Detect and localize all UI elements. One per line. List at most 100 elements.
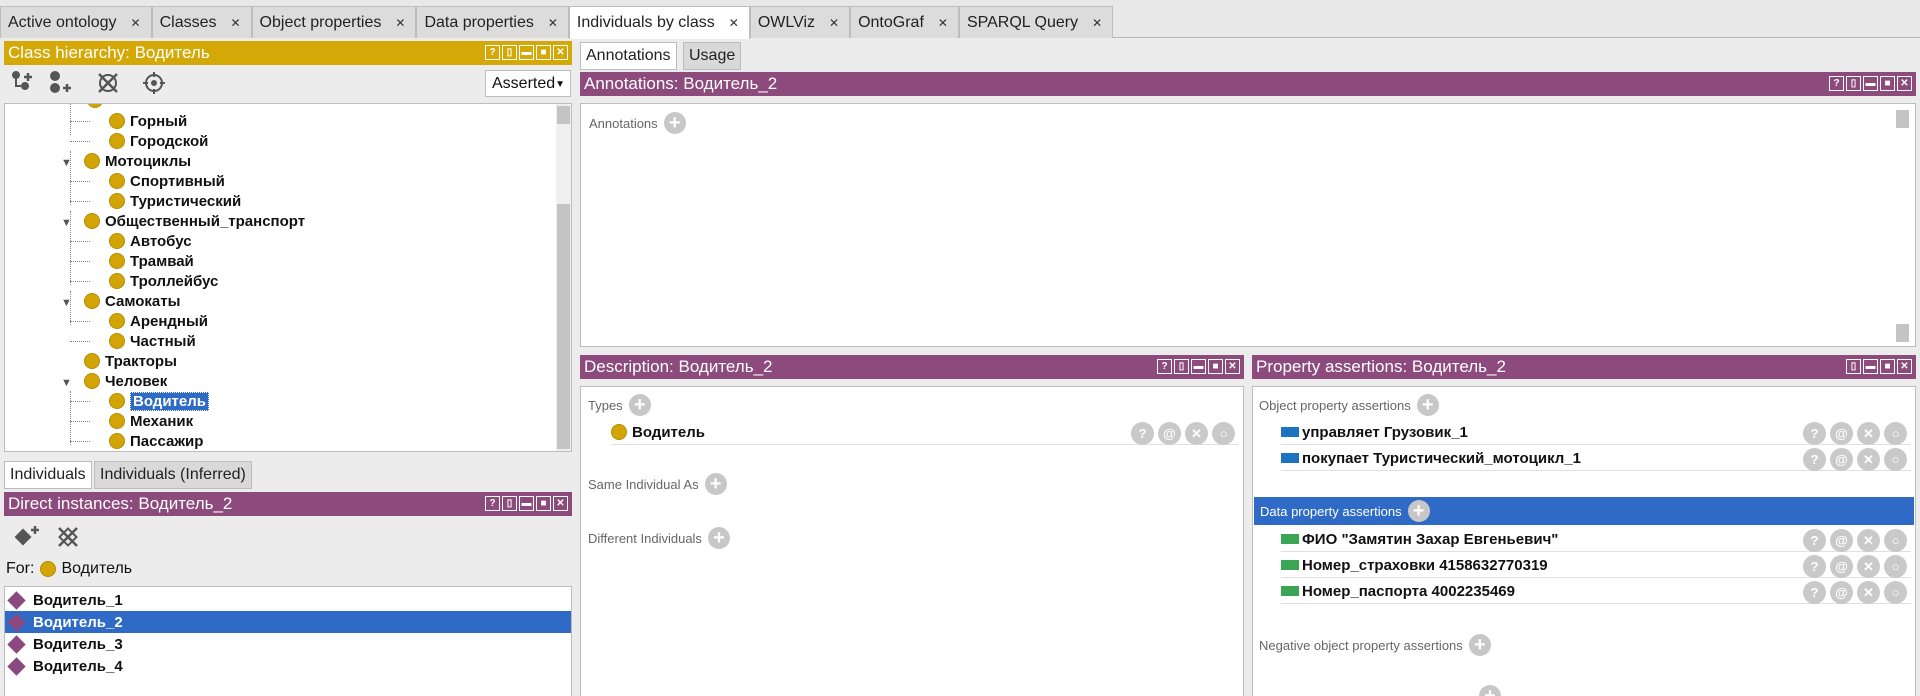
class-item-traktory[interactable]: Тракторы xyxy=(84,351,177,371)
split-icon[interactable]: ▯ xyxy=(502,45,517,60)
edit-icon[interactable]: ○ xyxy=(1884,581,1907,604)
tab-individuals-inferred[interactable]: Individuals (Inferred) xyxy=(94,461,252,489)
tab-data-properties[interactable]: Data properties ✕ xyxy=(416,6,569,38)
close-icon[interactable]: ✕ xyxy=(938,16,948,30)
tab-classes[interactable]: Classes ✕ xyxy=(151,6,252,38)
expand-triangle-icon[interactable]: ▼ xyxy=(61,297,72,309)
close-icon[interactable]: ✕ xyxy=(395,16,405,30)
add-object-property-button[interactable]: + xyxy=(1416,394,1439,416)
minimize-icon[interactable]: ▬ xyxy=(1191,359,1206,374)
class-item-chelovek[interactable]: Человек xyxy=(84,371,167,391)
add-negative-object-property-button[interactable]: + xyxy=(1468,634,1491,656)
data-property-section[interactable]: Data property assertions + xyxy=(1254,497,1914,525)
data-property-row[interactable]: ФИО "Замятин Захар Евгеньевич" ? @ ✕ ○ xyxy=(1281,527,1911,552)
close-icon[interactable]: ✕ xyxy=(553,496,568,511)
annotate-icon[interactable]: @ xyxy=(1830,422,1853,445)
maximize-icon[interactable]: ■ xyxy=(536,45,551,60)
close-icon[interactable]: ✕ xyxy=(1897,359,1912,374)
add-annotation-button[interactable]: + xyxy=(663,112,686,134)
add-individual-icon[interactable] xyxy=(12,523,42,555)
delete-icon[interactable]: ✕ xyxy=(1857,529,1880,552)
class-item-trolleybus[interactable]: Троллейбус xyxy=(109,271,218,291)
edit-icon[interactable]: ○ xyxy=(1212,422,1235,445)
split-icon[interactable]: ▯ xyxy=(502,496,517,511)
edit-icon[interactable]: ○ xyxy=(1884,529,1907,552)
minimize-icon[interactable]: ▬ xyxy=(519,45,534,60)
help-icon[interactable]: ? xyxy=(1131,422,1154,445)
tab-object-properties[interactable]: Object properties ✕ xyxy=(251,6,417,38)
close-icon[interactable]: ✕ xyxy=(1225,359,1240,374)
scroll-up-button[interactable] xyxy=(557,106,570,124)
asserted-inferred-select[interactable]: Asserted ▼ xyxy=(485,70,571,97)
help-icon[interactable]: ? xyxy=(1803,448,1826,471)
delete-individual-icon[interactable] xyxy=(56,525,80,555)
tab-owlviz[interactable]: OWLViz ✕ xyxy=(749,6,851,38)
add-different-individual-button[interactable]: + xyxy=(707,527,730,549)
maximize-icon[interactable]: ■ xyxy=(1880,76,1895,91)
help-icon[interactable]: ? xyxy=(485,496,500,511)
help-icon[interactable]: ? xyxy=(1829,76,1844,91)
tab-ontograf[interactable]: OntoGraf ✕ xyxy=(850,6,959,38)
individual-item[interactable]: Водитель_3 xyxy=(5,633,571,655)
expand-triangle-icon[interactable]: ▼ xyxy=(61,377,72,389)
annotate-icon[interactable]: @ xyxy=(1830,555,1853,578)
scroll-up-button[interactable] xyxy=(1896,110,1909,128)
class-item-motocikly[interactable]: Мотоциклы xyxy=(84,151,191,171)
class-item-mekhanik[interactable]: Механик xyxy=(109,411,193,431)
individual-item[interactable]: Водитель_4 xyxy=(5,655,571,677)
close-icon[interactable]: ✕ xyxy=(729,16,739,30)
add-type-button[interactable]: + xyxy=(628,394,651,416)
delete-icon[interactable]: ✕ xyxy=(1857,422,1880,445)
tab-individuals[interactable]: Individuals xyxy=(4,461,92,489)
delete-icon[interactable]: ✕ xyxy=(1185,422,1208,445)
class-item-avtobus[interactable]: Автобус xyxy=(109,231,192,251)
expand-triangle-icon[interactable]: ▼ xyxy=(61,217,72,229)
minimize-icon[interactable]: ▬ xyxy=(1863,76,1878,91)
delete-icon[interactable]: ✕ xyxy=(1857,581,1880,604)
help-icon[interactable]: ? xyxy=(1803,555,1826,578)
close-icon[interactable]: ✕ xyxy=(1897,76,1912,91)
add-negative-data-property-button[interactable]: + xyxy=(1479,685,1501,696)
scrollbar-thumb[interactable] xyxy=(557,204,570,449)
delete-icon[interactable]: ✕ xyxy=(1857,555,1880,578)
maximize-icon[interactable]: ■ xyxy=(536,496,551,511)
class-item-gorodskoy[interactable]: Городской xyxy=(109,131,208,151)
add-sibling-class-icon[interactable] xyxy=(48,70,76,102)
close-icon[interactable]: ✕ xyxy=(131,16,141,30)
class-item-samokaty[interactable]: Самокаты xyxy=(84,291,180,311)
delete-icon[interactable]: ✕ xyxy=(1857,448,1880,471)
class-item-public-transport[interactable]: Общественный_транспорт xyxy=(84,211,305,231)
add-subclass-icon[interactable] xyxy=(10,70,36,102)
type-row[interactable]: Водитель ? @ ✕ ○ xyxy=(611,420,1239,445)
tab-usage[interactable]: Usage xyxy=(683,42,742,70)
annotate-icon[interactable]: @ xyxy=(1158,422,1181,445)
minimize-icon[interactable]: ▬ xyxy=(519,496,534,511)
annotate-icon[interactable]: @ xyxy=(1830,581,1853,604)
class-item-arendny[interactable]: Арендный xyxy=(109,311,208,331)
tab-active-ontology[interactable]: Active ontology ✕ xyxy=(0,6,152,38)
class-item-gorny[interactable]: Горный xyxy=(109,111,187,131)
add-same-individual-button[interactable]: + xyxy=(704,473,727,495)
class-item-sportivny[interactable]: Спортивный xyxy=(109,171,225,191)
tab-annotations[interactable]: Annotations xyxy=(580,42,677,70)
split-icon[interactable]: ▯ xyxy=(1846,359,1861,374)
close-icon[interactable]: ✕ xyxy=(829,16,839,30)
find-class-icon[interactable] xyxy=(142,71,166,101)
class-item-voditel[interactable]: Водитель xyxy=(109,391,209,411)
close-icon[interactable]: ✕ xyxy=(230,16,240,30)
close-icon[interactable]: ✕ xyxy=(553,45,568,60)
delete-class-icon[interactable] xyxy=(96,71,120,101)
individual-item-selected[interactable]: Водитель_2 xyxy=(5,611,571,633)
object-property-row[interactable]: управляет Грузовик_1 ? @ ✕ ○ xyxy=(1281,420,1911,445)
annotate-icon[interactable]: @ xyxy=(1830,448,1853,471)
class-item-turistichesky[interactable]: Туристический xyxy=(109,191,241,211)
tab-sparql-query[interactable]: SPARQL Query ✕ xyxy=(958,6,1114,38)
minimize-icon[interactable]: ▬ xyxy=(1863,359,1878,374)
help-icon[interactable]: ? xyxy=(1803,581,1826,604)
close-icon[interactable]: ✕ xyxy=(1092,16,1102,30)
maximize-icon[interactable]: ■ xyxy=(1880,359,1895,374)
help-icon[interactable]: ? xyxy=(485,45,500,60)
data-property-row[interactable]: Номер_паспорта 4002235469 ? @ ✕ ○ xyxy=(1281,579,1911,604)
add-data-property-button[interactable]: + xyxy=(1407,500,1430,522)
expand-triangle-icon[interactable]: ▼ xyxy=(61,157,72,169)
